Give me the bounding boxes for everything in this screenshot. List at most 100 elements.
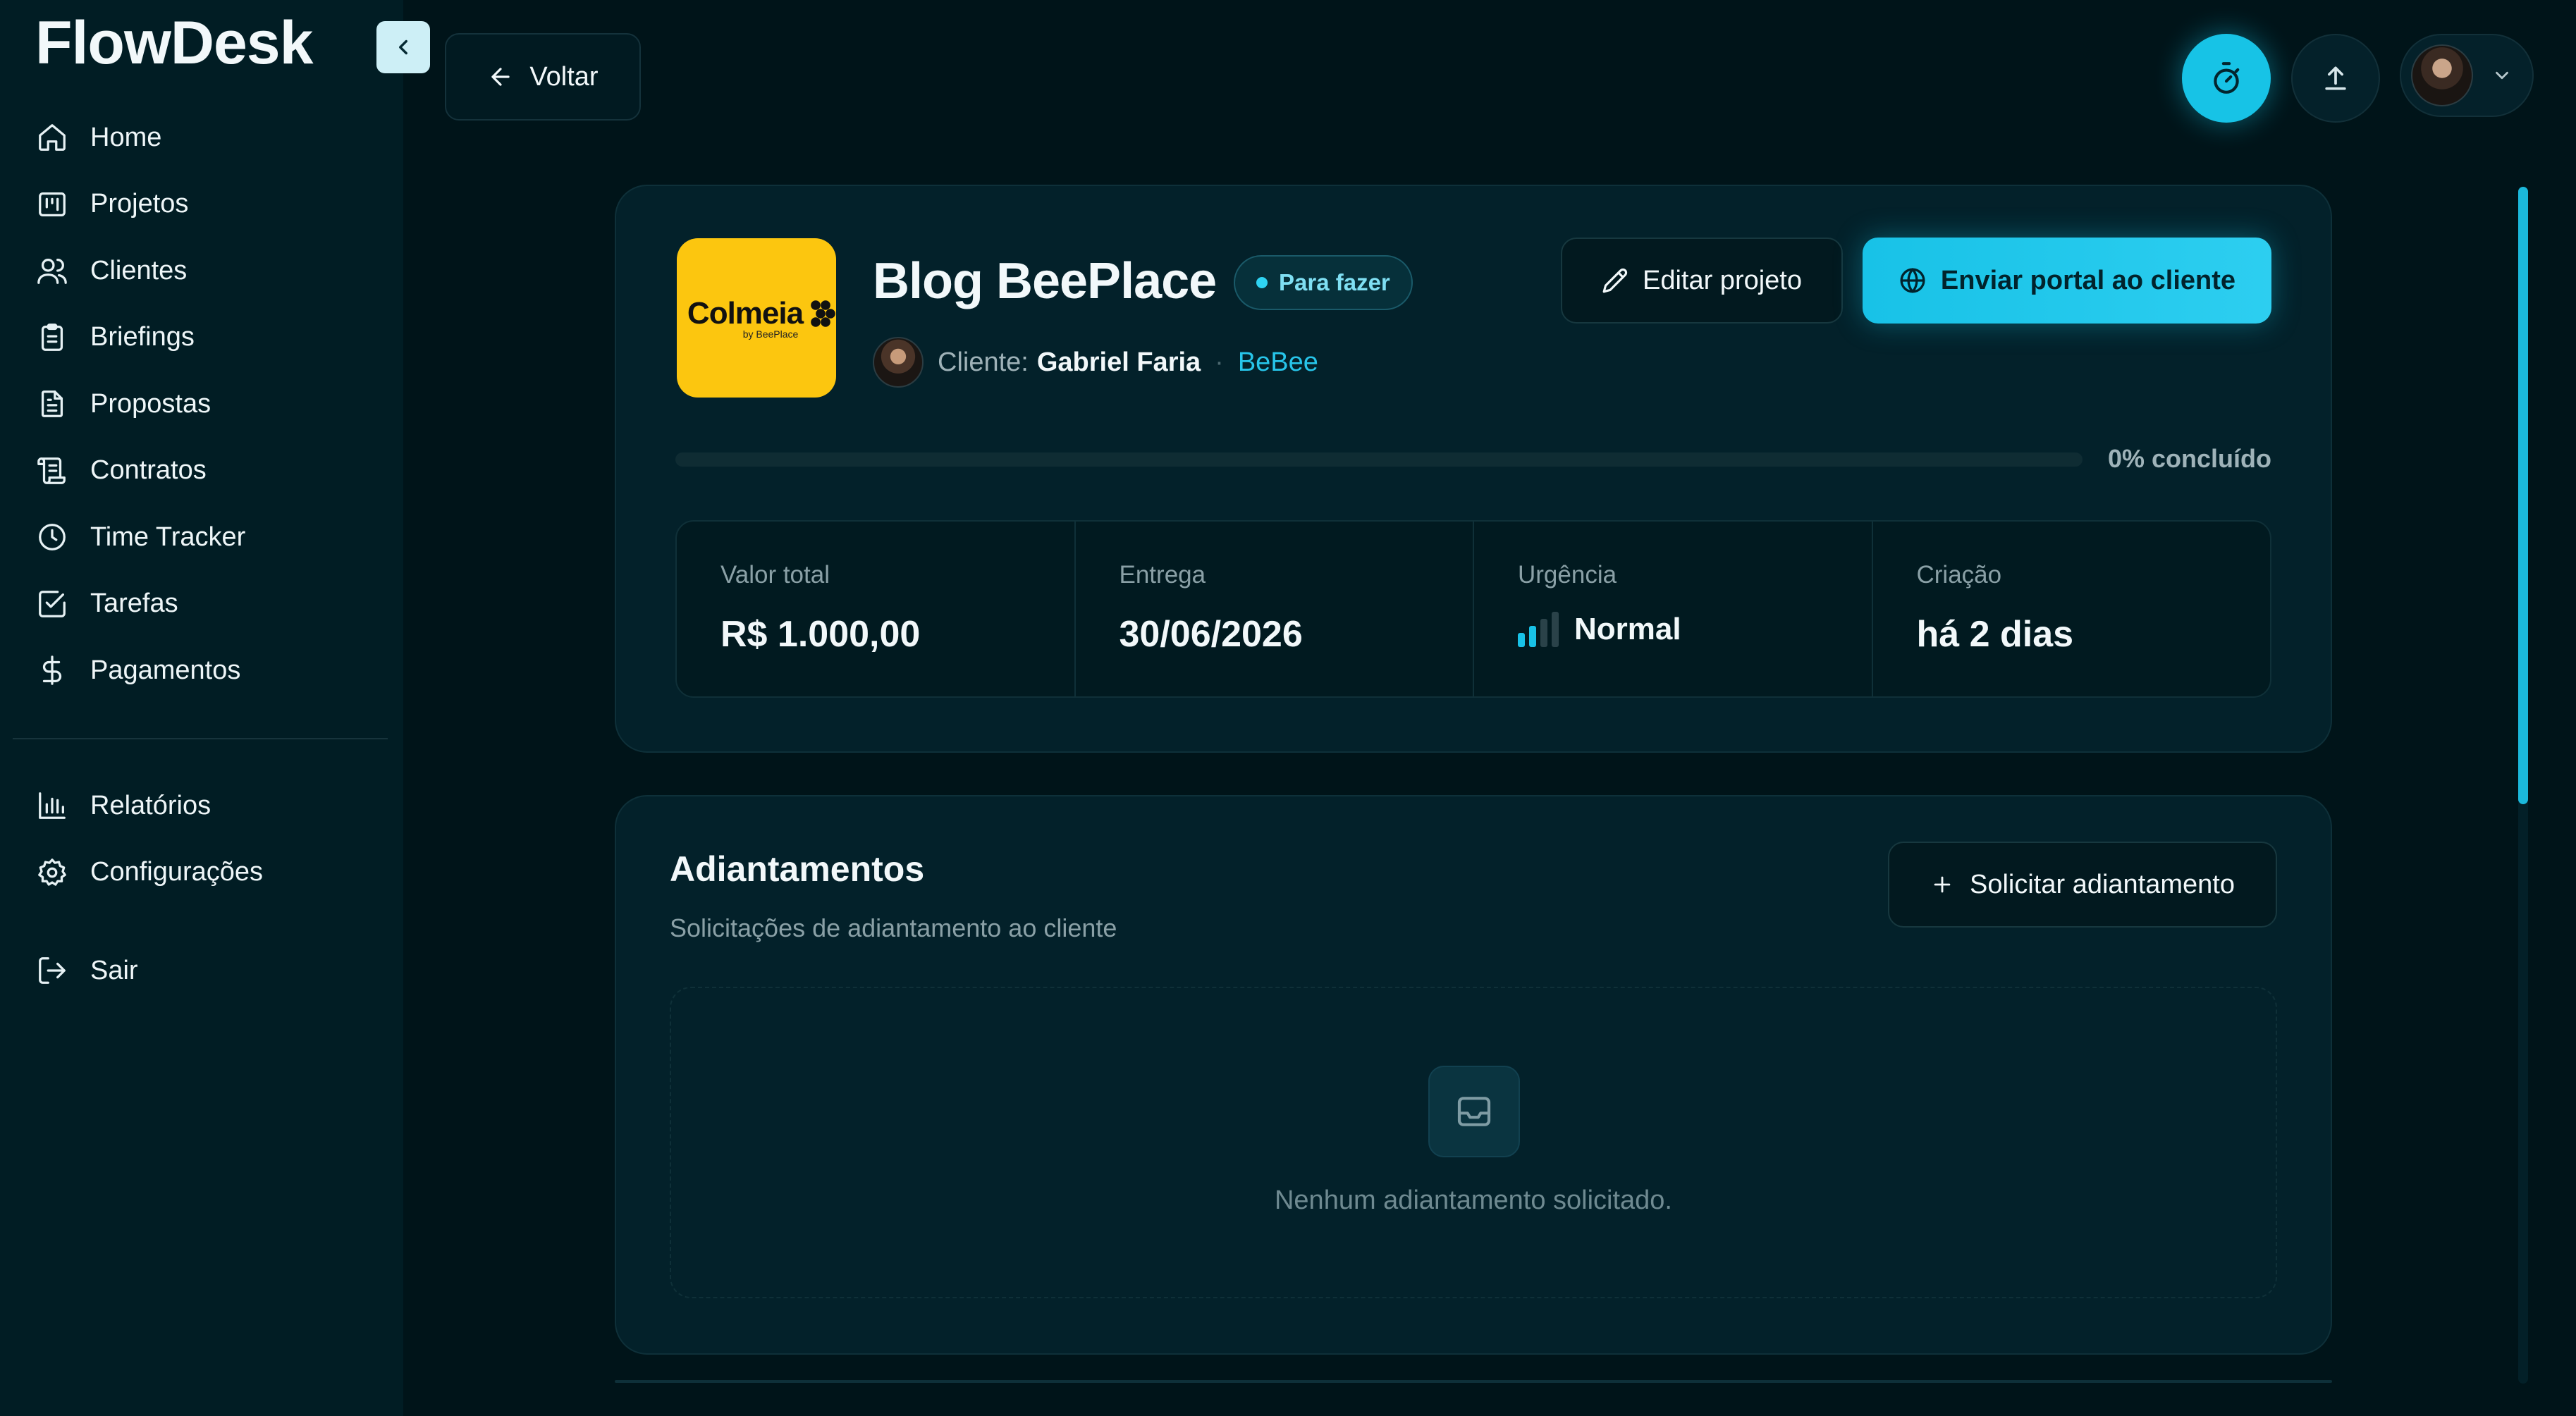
- sidebar-item-time-tracker[interactable]: Time Tracker: [35, 504, 245, 571]
- signal-bar: [1518, 633, 1525, 647]
- send-portal-button[interactable]: Enviar portal ao cliente: [1863, 238, 2271, 324]
- sidebar-secondary-nav: Relatórios Configurações: [35, 772, 263, 906]
- logo-tagline: by BeePlace: [742, 328, 799, 340]
- status-label: Para fazer: [1279, 269, 1390, 295]
- user-menu-button[interactable]: [2400, 34, 2534, 117]
- stat-value: 30/06/2026: [1119, 614, 1303, 655]
- progress-label: 0% concluído: [2108, 444, 2272, 473]
- upload-button[interactable]: [2291, 34, 2380, 123]
- client-separator: ·: [1215, 347, 1224, 377]
- sidebar-nav: Home Projetos Clientes Briefings Propost…: [35, 104, 245, 704]
- timer-button[interactable]: [2182, 34, 2271, 123]
- sidebar-item-label: Home: [90, 122, 162, 152]
- sidebar-item-label: Time Tracker: [90, 522, 246, 552]
- sidebar-item-pagamentos[interactable]: Pagamentos: [35, 637, 245, 704]
- sidebar-item-label: Pagamentos: [90, 655, 241, 685]
- honeycomb-icon: [811, 300, 835, 327]
- sidebar-item-home[interactable]: Home: [35, 104, 245, 171]
- sidebar-item-relatorios[interactable]: Relatórios: [35, 772, 263, 839]
- project-stats: Valor total R$ 1.000,00 Entrega 30/06/20…: [675, 520, 2271, 698]
- plus-icon: [1934, 876, 1951, 893]
- sidebar-item-label: Sair: [90, 955, 138, 985]
- gear-icon: [35, 856, 69, 889]
- edit-project-label: Editar projeto: [1642, 265, 1802, 295]
- file-text-icon: [35, 387, 69, 421]
- stat-label: Urgência: [1518, 561, 1617, 589]
- brand-logo[interactable]: FlowDesk: [35, 8, 313, 78]
- globe-icon: [1900, 268, 1925, 293]
- pencil-icon: [1602, 268, 1628, 293]
- logout-icon: [35, 954, 69, 987]
- stopwatch-icon: [2214, 62, 2240, 94]
- sidebar-item-contratos[interactable]: Contratos: [35, 438, 245, 505]
- request-advance-button[interactable]: Solicitar adiantamento: [1888, 842, 2277, 928]
- sidebar-item-label: Relatórios: [90, 790, 211, 820]
- advances-subtitle: Solicitações de adiantamento ao cliente: [670, 913, 1117, 942]
- sidebar-divider: [13, 738, 388, 739]
- stat-label: Entrega: [1119, 561, 1206, 589]
- status-dot: [1256, 277, 1268, 288]
- status-badge[interactable]: Para fazer: [1234, 255, 1413, 310]
- bar-chart-icon: [35, 789, 69, 823]
- kanban-icon: [35, 187, 69, 221]
- stat-created: Criação há 2 dias: [1873, 522, 2271, 696]
- chevron-left-icon: [399, 39, 407, 55]
- signal-bar: [1529, 626, 1536, 647]
- sidebar-item-configuracoes[interactable]: Configurações: [35, 839, 263, 906]
- stat-value: R$ 1.000,00: [720, 614, 921, 655]
- signal-bar: [1540, 619, 1547, 647]
- client-avatar: [873, 337, 924, 388]
- sidebar-item-label: Configurações: [90, 857, 264, 887]
- back-button[interactable]: Voltar: [445, 33, 641, 121]
- avatar: [2411, 44, 2473, 106]
- chevron-down-icon: [2496, 71, 2508, 80]
- client-company-link[interactable]: BeBee: [1238, 347, 1318, 378]
- collapse-sidebar-button[interactable]: [376, 21, 430, 73]
- next-card-edge: [615, 1380, 2332, 1383]
- send-portal-label: Enviar portal ao cliente: [1940, 265, 2236, 295]
- client-info: Cliente: Gabriel Faria · BeBee: [873, 337, 1318, 388]
- stat-label: Valor total: [720, 561, 830, 589]
- request-advance-label: Solicitar adiantamento: [1970, 869, 2235, 899]
- sidebar-item-briefings[interactable]: Briefings: [35, 304, 245, 371]
- client-prefix: Cliente:: [938, 347, 1029, 377]
- sidebar-item-propostas[interactable]: Propostas: [35, 371, 245, 438]
- stat-label: Criação: [1916, 561, 2002, 589]
- users-icon: [35, 254, 69, 288]
- sidebar: FlowDesk Home Projetos Clientes Briefing…: [0, 0, 403, 1416]
- clock-icon: [35, 520, 69, 554]
- scrollbar-thumb[interactable]: [2518, 187, 2528, 804]
- logo-wordmark: Colmeia: [687, 296, 836, 331]
- dollar-icon: [35, 653, 69, 687]
- scroll-icon: [35, 454, 69, 488]
- inbox-icon: [1428, 1066, 1520, 1157]
- client-name[interactable]: Gabriel Faria: [1037, 347, 1201, 378]
- home-icon: [35, 121, 69, 154]
- signal-bars-icon: [1518, 612, 1559, 647]
- edit-project-button[interactable]: Editar projeto: [1561, 238, 1843, 324]
- progress-bar: [675, 452, 2083, 467]
- sidebar-item-label: Briefings: [90, 322, 195, 352]
- stat-value: Normal: [1574, 612, 1681, 646]
- sidebar-item-sair[interactable]: Sair: [35, 937, 138, 1004]
- sidebar-item-tarefas[interactable]: Tarefas: [35, 571, 245, 638]
- sidebar-item-clientes[interactable]: Clientes: [35, 238, 245, 304]
- sidebar-item-label: Clientes: [90, 255, 188, 285]
- stat-urgency: Urgência Normal: [1474, 522, 1873, 696]
- empty-state-text: Nenhum adiantamento solicitado.: [1274, 1186, 1672, 1215]
- sidebar-item-projetos[interactable]: Projetos: [35, 171, 245, 238]
- sidebar-item-label: Tarefas: [90, 589, 178, 619]
- clipboard-icon: [35, 321, 69, 355]
- logo-word: Colmeia: [687, 296, 804, 331]
- sidebar-item-label: Projetos: [90, 189, 189, 219]
- sidebar-item-label: Contratos: [90, 455, 207, 486]
- project-logo: Colmeia by BeePlace: [677, 238, 836, 398]
- project-title: Blog BeePlace: [873, 253, 1217, 309]
- signal-bar: [1552, 612, 1559, 647]
- stat-total-value: Valor total R$ 1.000,00: [677, 522, 1076, 696]
- back-button-label: Voltar: [529, 61, 599, 92]
- check-square-icon: [35, 587, 69, 621]
- sidebar-logout-nav: Sair: [35, 937, 138, 1004]
- stat-value: há 2 dias: [1916, 614, 2074, 655]
- advances-title: Adiantamentos: [670, 849, 925, 889]
